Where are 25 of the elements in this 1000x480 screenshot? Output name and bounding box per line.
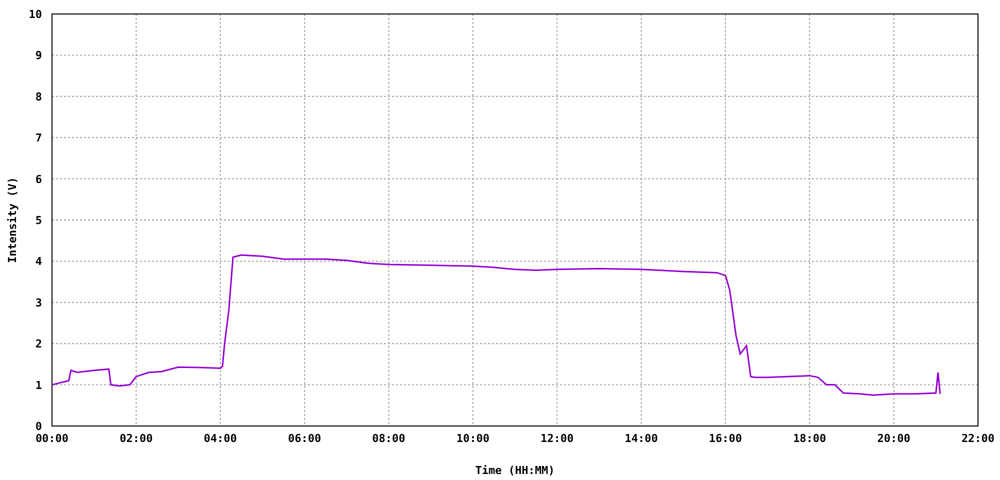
y-tick-label: 4	[35, 255, 42, 268]
y-tick-label: 10	[28, 8, 42, 21]
y-tick-label: 6	[35, 172, 42, 186]
x-tick-label: 12:00	[540, 432, 574, 445]
x-tick-label: 02:00	[120, 432, 153, 445]
x-tick-label: 22:00	[961, 432, 995, 445]
y-tick-label: 8	[35, 90, 42, 104]
x-tick-label: 04:00	[204, 432, 237, 445]
x-tick-label: 10:00	[456, 432, 490, 445]
x-tick-label: 06:00	[288, 432, 322, 445]
y-axis-label: Intensity (V)	[6, 176, 19, 264]
x-axis-label: Time (HH:MM)	[475, 464, 555, 477]
x-tick-label: 08:00	[372, 432, 406, 445]
y-tick-label: 3	[35, 296, 42, 310]
y-tick-label: 2	[35, 338, 42, 351]
y-tick-label: 0	[35, 420, 42, 433]
x-tick-label: 20:00	[877, 432, 910, 445]
y-tick-label: 7	[35, 132, 42, 145]
x-tick-label: 18:00	[793, 432, 826, 445]
x-tick-label: 00:00	[35, 432, 69, 445]
x-tick-label: 16:00	[708, 432, 742, 445]
y-tick-label: 1	[35, 378, 42, 392]
x-tick-label: 14:00	[624, 432, 658, 445]
y-tick-label: 5	[35, 214, 42, 227]
y-tick-label: 9	[35, 49, 42, 62]
